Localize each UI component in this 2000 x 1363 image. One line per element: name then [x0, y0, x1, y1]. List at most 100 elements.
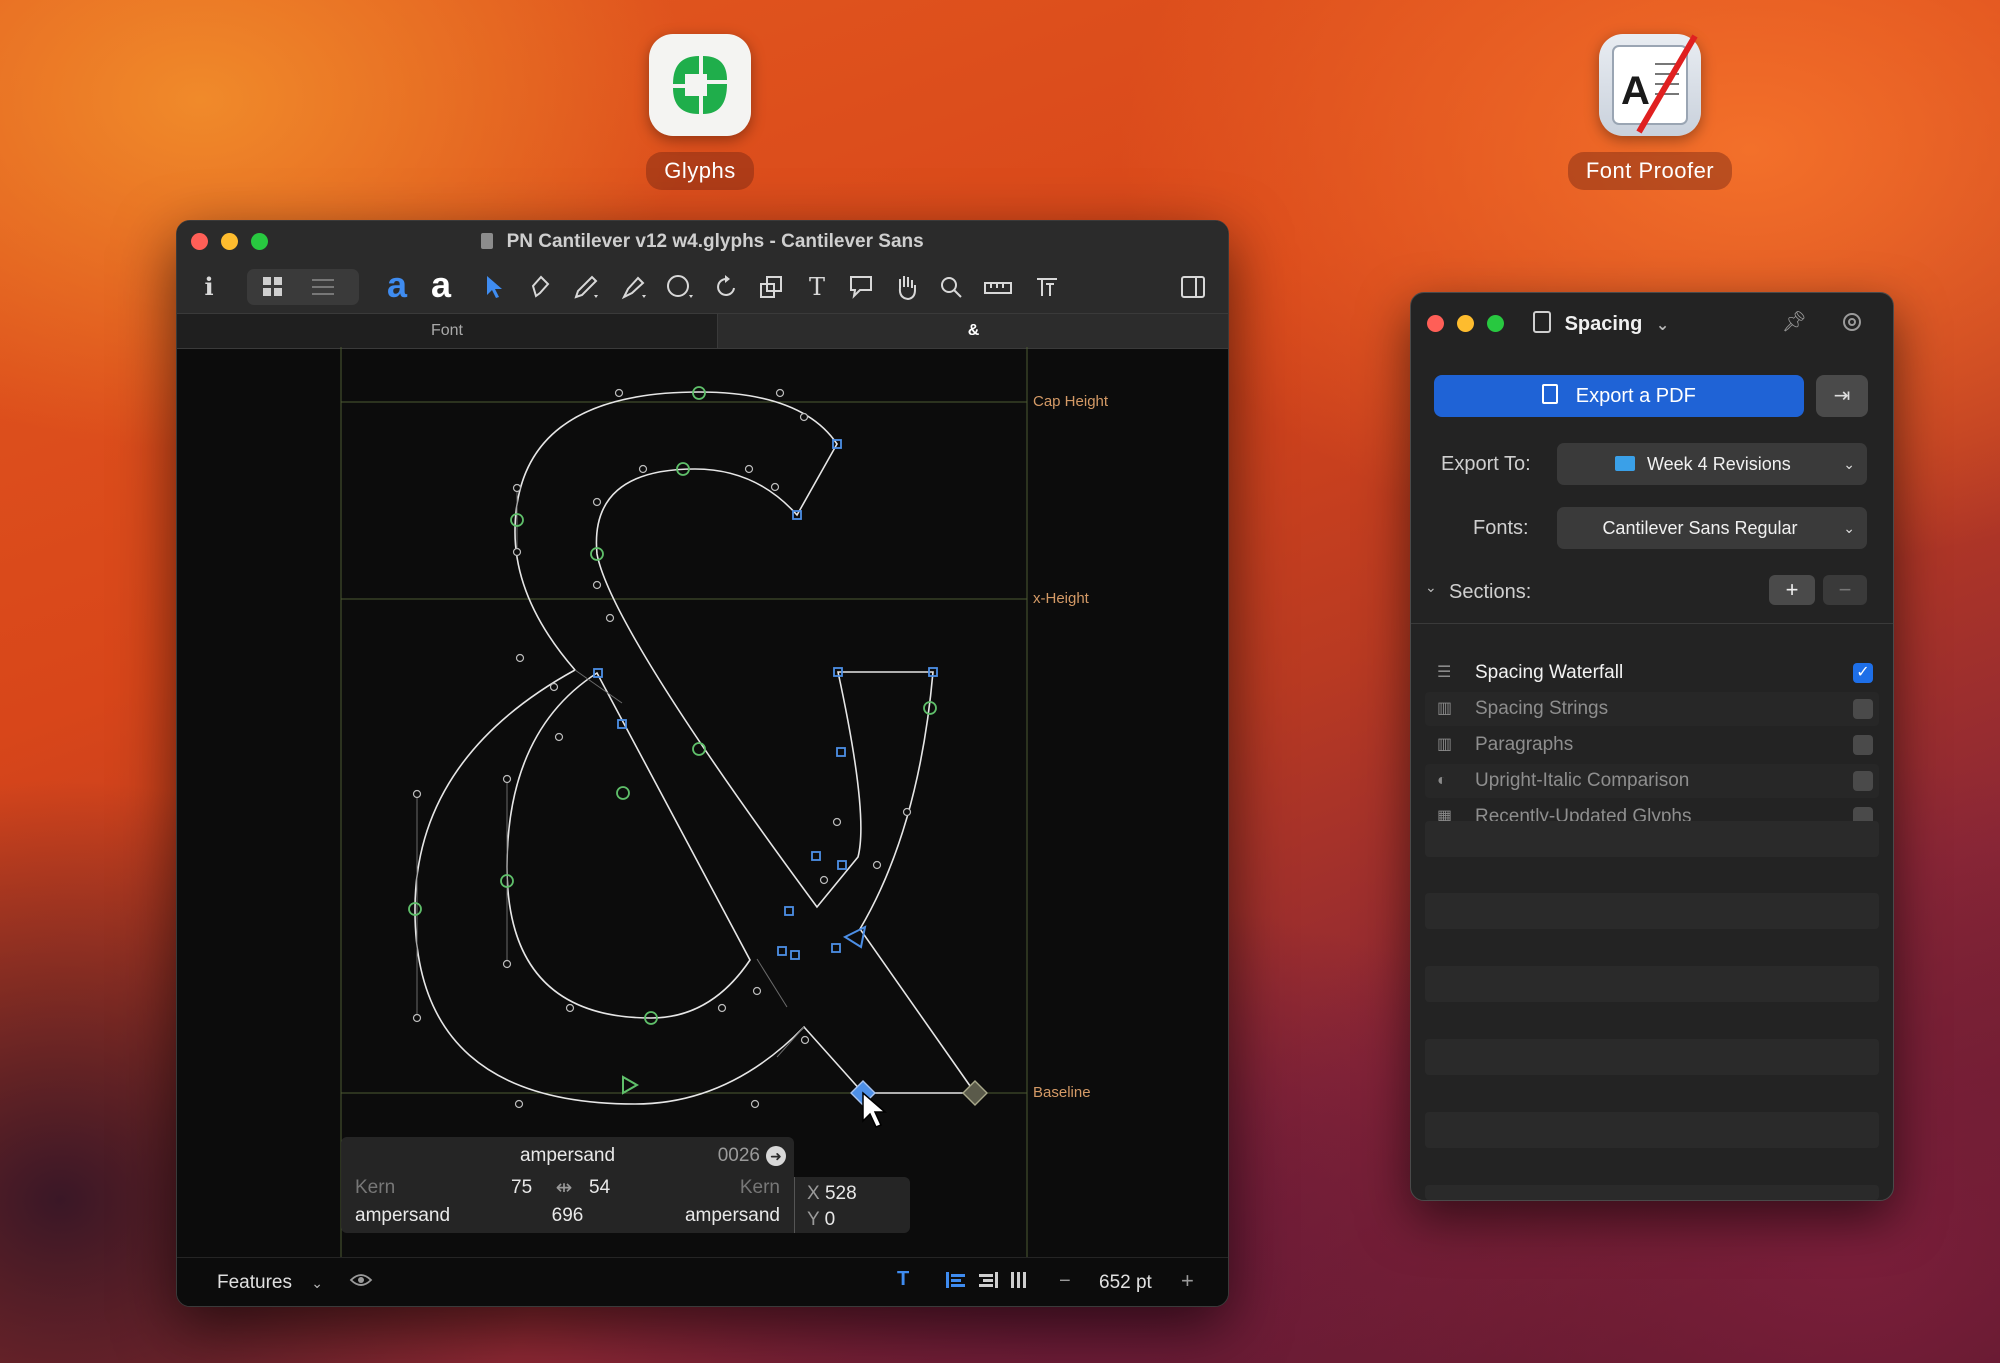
measurement-tool-icon[interactable]	[977, 269, 1019, 305]
panel-title-popup[interactable]: Spacing ⌄	[1533, 311, 1669, 336]
export-pdf-button[interactable]: Export a PDF	[1434, 375, 1804, 417]
select-tool-icon[interactable]	[477, 269, 513, 305]
right-sidebearing[interactable]: 54	[589, 1177, 610, 1199]
glyph-edit-canvas[interactable]: Cap Height x-Height Baseline ampersand 0…	[177, 347, 1228, 1257]
zoom-tool-icon[interactable]	[933, 269, 969, 305]
link-metrics-icon[interactable]: ⇹	[551, 1175, 577, 1201]
close-button[interactable]	[1427, 315, 1444, 332]
pencil-tool-icon[interactable]	[569, 269, 605, 305]
status-bar: Features ⌄ T − 652 pt +	[177, 1257, 1228, 1306]
annotation-tool-icon[interactable]	[843, 269, 879, 305]
chevron-down-icon: ⌄	[1843, 520, 1855, 536]
glyph-info-box: ampersand 0026 ➜ Kern 75 ⇹ 54 Kern amper…	[341, 1137, 794, 1233]
x-coordinate-value[interactable]: 528	[825, 1183, 857, 1204]
type-tool-icon[interactable]: T	[799, 269, 835, 305]
kern-right-label: Kern	[739, 1177, 780, 1198]
window-title: PN Cantilever v12 w4.glyphs - Cantilever…	[506, 231, 924, 252]
toolbar: i a a T	[177, 261, 1228, 313]
glyphs-window: PN Cantilever v12 w4.glyphs - Cantilever…	[176, 220, 1229, 1307]
vertical-layout-icon[interactable]	[1009, 1270, 1031, 1295]
empty-list-row	[1425, 1039, 1879, 1075]
section-checkbox[interactable]	[1853, 699, 1873, 719]
hand-tool-icon[interactable]	[889, 269, 925, 305]
remove-section-button[interactable]: −	[1823, 575, 1867, 605]
add-section-button[interactable]: +	[1769, 575, 1815, 605]
scale-tool-icon[interactable]	[753, 269, 789, 305]
minimize-button[interactable]	[1457, 315, 1474, 332]
text-metrics-tool-icon[interactable]	[1029, 269, 1065, 305]
info-icon[interactable]: i	[191, 269, 227, 305]
section-row-spacing-waterfall[interactable]: ☰ Spacing Waterfall ✓	[1425, 656, 1879, 690]
section-checkbox[interactable]: ✓	[1853, 663, 1873, 683]
glyph-unicode[interactable]: 0026	[718, 1145, 760, 1167]
eye-icon[interactable]	[349, 1270, 373, 1296]
arrow-right-icon[interactable]: ➜	[766, 1146, 786, 1166]
glyphs-app-icon	[649, 34, 751, 136]
font-proofer-app-icon: A	[1599, 34, 1701, 136]
desktop-icon-glyphs[interactable]: Glyphs	[620, 34, 780, 190]
tab-font[interactable]: Font	[177, 314, 717, 348]
waterfall-icon: ☰	[1437, 664, 1452, 681]
align-left-icon[interactable]	[945, 1270, 967, 1295]
export-to-select[interactable]: Week 4 Revisions ⌄	[1557, 443, 1867, 485]
folder-icon	[1615, 456, 1635, 471]
tab-bar: Font &	[177, 313, 1228, 349]
document-icon	[1533, 311, 1551, 333]
svg-text:A: A	[1621, 69, 1650, 113]
contrast-icon: ◐	[1437, 772, 1447, 789]
desktop-icon-font-proofer[interactable]: A Font Proofer	[1560, 34, 1740, 190]
right-kerning-group[interactable]: ampersand	[685, 1205, 780, 1227]
columns-icon: ▥	[1437, 736, 1453, 753]
desktop-icon-label: Font Proofer	[1567, 152, 1733, 190]
pin-icon[interactable]: 📌︎	[1782, 309, 1807, 334]
desktop-icon-label: Glyphs	[646, 152, 754, 190]
text-tool-outline-icon[interactable]: a	[379, 267, 415, 305]
empty-list-row	[1425, 893, 1879, 929]
zoom-out-button[interactable]: −	[1059, 1270, 1071, 1293]
shape-tool-icon[interactable]	[663, 269, 699, 305]
zoom-button[interactable]	[1487, 315, 1504, 332]
cap-height-label: Cap Height	[1033, 393, 1109, 410]
document-icon	[481, 233, 494, 249]
kern-left-label: Kern	[355, 1177, 396, 1198]
zoom-level[interactable]: 652 pt	[1099, 1272, 1152, 1294]
x-height-label: x-Height	[1033, 590, 1089, 607]
list-view-icon[interactable]	[305, 269, 341, 305]
sections-disclosure-icon[interactable]: ⌄	[1425, 579, 1437, 596]
title-bar[interactable]: PN Cantilever v12 w4.glyphs - Cantilever…	[177, 221, 1228, 261]
gear-icon[interactable]	[1841, 311, 1863, 338]
node-coordinates-box: X 528 Y 0	[794, 1177, 910, 1233]
tab-ampersand[interactable]: &	[717, 314, 1228, 348]
export-to-label: Export To:	[1441, 453, 1531, 475]
text-direction-icon[interactable]: T	[897, 1268, 909, 1291]
features-popup[interactable]: Features ⌄	[217, 1272, 323, 1294]
section-row-paragraphs[interactable]: ▥ Paragraphs	[1425, 728, 1879, 762]
empty-list-row	[1425, 821, 1879, 857]
section-checkbox[interactable]	[1853, 735, 1873, 755]
y-coordinate-label: Y	[807, 1209, 820, 1230]
empty-list-row	[1425, 1112, 1879, 1148]
chevron-down-icon: ⌄	[1843, 456, 1855, 472]
draw-tool-icon[interactable]	[523, 269, 559, 305]
rotate-tool-icon[interactable]	[709, 269, 745, 305]
section-row-upright-italic[interactable]: ◐ Upright-Italic Comparison	[1425, 764, 1879, 798]
align-right-icon[interactable]	[977, 1270, 999, 1295]
y-coordinate-value[interactable]: 0	[825, 1209, 836, 1230]
chevron-down-icon: ⌄	[1655, 317, 1670, 334]
section-row-spacing-strings[interactable]: ▥ Spacing Strings	[1425, 692, 1879, 726]
export-icon: ⇥	[1833, 385, 1851, 407]
section-checkbox[interactable]	[1853, 771, 1873, 791]
left-sidebearing[interactable]: 75	[511, 1177, 532, 1199]
fonts-select[interactable]: Cantilever Sans Regular ⌄	[1557, 507, 1867, 549]
text-tool-filled-icon[interactable]: a	[423, 267, 459, 305]
columns-icon: ▥	[1437, 700, 1453, 717]
grid-view-icon[interactable]	[255, 269, 291, 305]
divider	[1411, 623, 1893, 624]
panel-title-bar[interactable]: Spacing ⌄ 📌︎	[1411, 293, 1893, 355]
sidebar-toggle-icon[interactable]	[1175, 269, 1211, 305]
baseline-label: Baseline	[1033, 1084, 1091, 1101]
brush-tool-icon[interactable]	[617, 269, 653, 305]
zoom-in-button[interactable]: +	[1181, 1268, 1194, 1294]
fonts-label: Fonts:	[1473, 517, 1529, 539]
export-options-button[interactable]: ⇥	[1816, 375, 1868, 417]
